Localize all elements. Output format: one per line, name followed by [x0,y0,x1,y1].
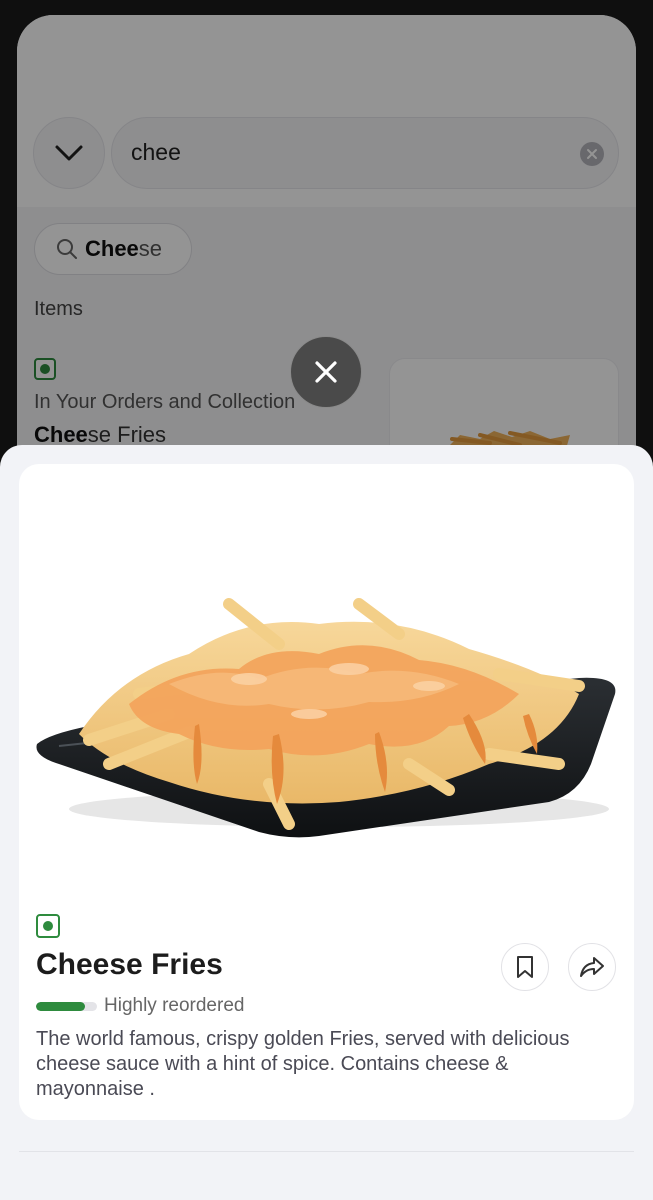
share-button[interactable] [568,943,616,991]
reorder-indicator: Highly reordered [36,995,244,1017]
dish-detail-sheet: Cheese Fries Highly reordered The world … [0,445,653,1200]
bookmark-icon [517,956,533,978]
dish-card: Cheese Fries Highly reordered The world … [19,464,634,1120]
bookmark-button[interactable] [501,943,549,991]
dish-description: The world famous, crispy golden Fries, s… [36,1028,570,1100]
cheese-fries-image [36,598,616,838]
reorder-label: Highly reordered [104,995,245,1016]
close-x-icon [315,361,337,383]
close-button[interactable] [290,336,362,408]
divider [19,1151,634,1152]
dish-name: Cheese Fries [36,948,223,981]
veg-mark-icon [36,914,60,938]
reorder-level-bar [36,1001,97,1011]
share-arrow-icon [580,957,604,977]
reorder-level-fill [36,1001,85,1011]
